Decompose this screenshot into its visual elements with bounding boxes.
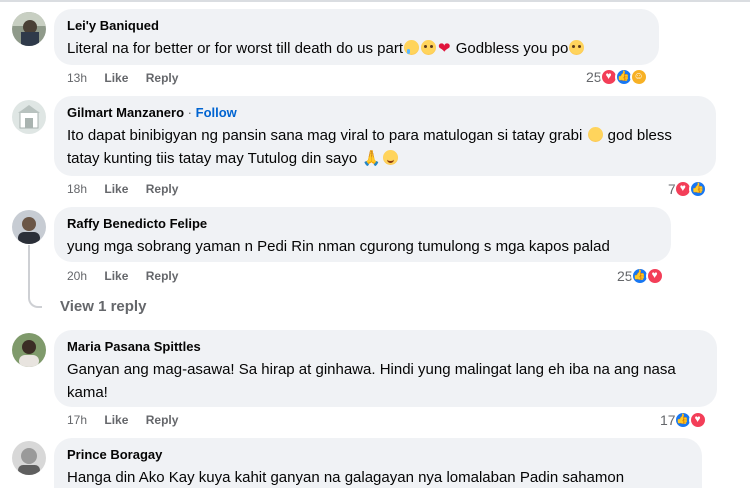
love-reaction-icon: ♥ [645, 267, 664, 285]
comment-author[interactable]: Maria Pasana Spittles [67, 338, 705, 355]
love-reaction-icon: ♥ [688, 411, 707, 429]
avatar[interactable] [12, 441, 46, 475]
avatar[interactable] [12, 333, 46, 367]
reply-thread-line [28, 245, 42, 308]
comment-time[interactable]: 17h [67, 413, 87, 427]
avatar[interactable] [12, 12, 46, 46]
separator-dot: · [187, 105, 192, 120]
comment-bubble: Maria Pasana Spittles Ganyan ang mag-asa… [54, 330, 717, 407]
like-button[interactable]: Like [104, 413, 128, 427]
avatar[interactable] [12, 210, 46, 244]
comment-actions: 18h Like Reply [67, 182, 192, 196]
comment-text: Literal na for better or for worst till … [67, 37, 647, 60]
reply-button[interactable]: Reply [146, 71, 179, 85]
comment-bubble: Gilmart Manzanero · Follow Ito dapat bin… [54, 96, 716, 176]
comment-author[interactable]: Lei'y Baniqued [67, 17, 647, 34]
comment-author[interactable]: Prince Boragay [67, 446, 690, 463]
comment-bubble: Prince Boragay Hanga din Ako Kay kuya ka… [54, 438, 702, 488]
comment-time[interactable]: 18h [67, 182, 87, 196]
reply-button[interactable]: Reply [146, 182, 179, 196]
comment-text: Ito dapat binibigyan ng pansin sana mag … [67, 124, 704, 170]
comment-text: Ganyan ang mag-asawa! Sa hirap at ginhaw… [67, 361, 676, 401]
comment-actions: 13h Like Reply [67, 71, 192, 85]
reaction-summary[interactable]: 7 ♥ 👍 [668, 180, 707, 198]
reply-button[interactable]: Reply [146, 269, 179, 283]
pleading-face-icon [569, 40, 585, 55]
comment-time[interactable]: 13h [67, 71, 87, 85]
red-heart-icon: ❤ [438, 40, 451, 57]
comment-time[interactable]: 20h [67, 269, 87, 283]
avatar[interactable] [12, 100, 46, 134]
comment-text-tail: Godbless you po [451, 40, 569, 57]
reaction-summary[interactable]: 17 👍 ♥ [660, 411, 707, 429]
like-button[interactable]: Like [104, 71, 128, 85]
crying-face-icon [404, 40, 419, 55]
comment-text-body: Ito dapat binibigyan ng pansin sana mag … [67, 127, 583, 144]
comment-actions: 17h Like Reply [67, 413, 192, 427]
reaction-summary[interactable]: 25 ♥ 👍 ☺ [586, 68, 648, 86]
top-border [0, 0, 750, 2]
reply-button[interactable]: Reply [146, 413, 179, 427]
view-replies-link[interactable]: View 1 reply [60, 298, 146, 315]
comment-bubble: Lei'y Baniqued Literal na for better or … [54, 9, 659, 65]
care-reaction-icon: ☺ [629, 68, 648, 86]
sad-face-icon [587, 127, 603, 142]
like-button[interactable]: Like [104, 269, 128, 283]
comment-actions: 20h Like Reply [67, 269, 192, 283]
comment-text: yung mga sobrang yaman n Pedi Rin nman c… [67, 238, 610, 255]
comment-author-line: Gilmart Manzanero · Follow [67, 104, 704, 121]
reaction-summary[interactable]: 25 👍 ♥ [617, 267, 664, 285]
like-button[interactable]: Like [104, 182, 128, 196]
folded-hands-icon: 🙏 [362, 150, 382, 167]
comment-bubble: Raffy Benedicto Felipe yung mga sobrang … [54, 207, 671, 262]
like-reaction-icon: 👍 [688, 180, 707, 198]
comment-author[interactable]: Gilmart Manzanero [67, 105, 184, 120]
comment-text: Hanga din Ako Kay kuya kahit ganyan na g… [67, 469, 625, 486]
smiling-face-icon [383, 150, 399, 165]
comment-author[interactable]: Raffy Benedicto Felipe [67, 215, 659, 232]
follow-button[interactable]: Follow [196, 105, 237, 120]
comment-text-body: Literal na for better or for worst till … [67, 40, 403, 57]
pleading-face-icon [421, 40, 436, 55]
